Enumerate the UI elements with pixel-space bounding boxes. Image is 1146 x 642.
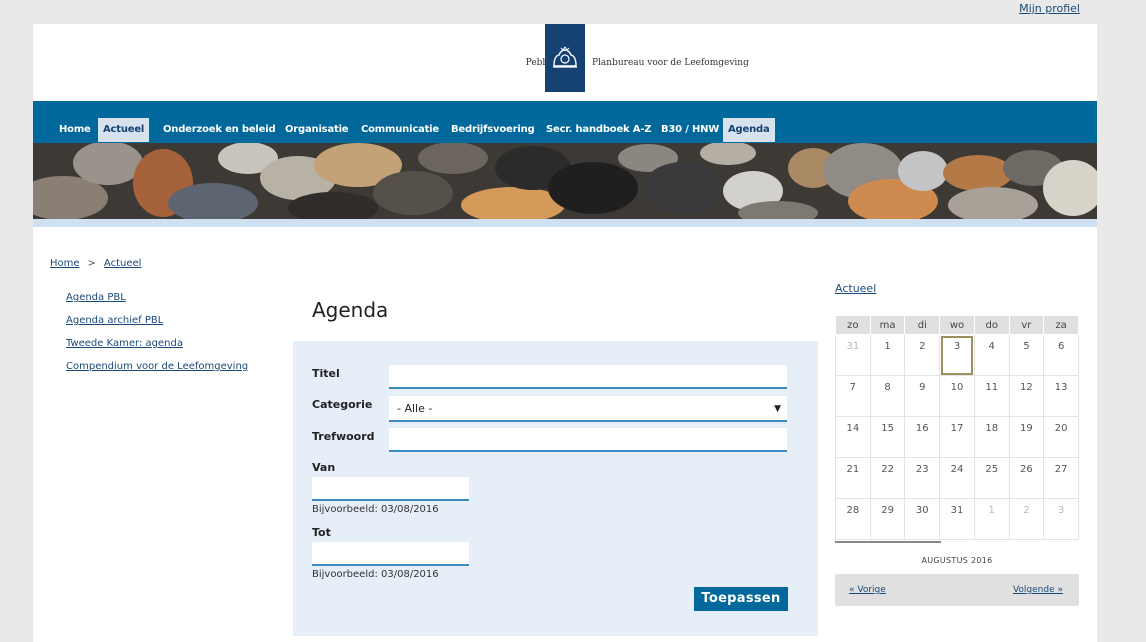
nav-item-agenda[interactable]: Agenda [723,118,775,142]
calendar-week-row: 14 15 16 17 18 19 20 [835,416,1079,458]
calendar-day[interactable]: 22 [869,457,906,499]
calendar-day[interactable]: 11 [973,375,1010,417]
calendar-day[interactable]: 9 [904,375,941,417]
apply-button[interactable]: Toepassen [694,587,788,611]
weekday-header: wo [939,315,975,335]
calendar-month-label: AUGUSTUS 2016 [921,556,993,565]
van-date-input[interactable] [312,477,469,501]
titel-label: Titel [312,367,340,380]
my-profile-link[interactable]: Mijn profiel [1019,2,1080,15]
calendar-day[interactable]: 1 [973,498,1010,540]
calendar-day[interactable]: 30 [904,498,941,540]
logo-bar: Pebbles Planbureau voor de Leefomgeving [33,24,1097,101]
calendar-day[interactable]: 31 [835,334,871,376]
calendar-day[interactable]: 28 [835,498,871,540]
sidebar-link-tweede-kamer[interactable]: Tweede Kamer: agenda [66,332,248,355]
sidebar-links: Agenda PBL Agenda archief PBL Tweede Kam… [66,286,248,378]
calendar-weekday-row: zo ma di wo do vr za [835,315,1079,335]
calendar-day[interactable]: 6 [1043,334,1079,376]
breadcrumb-separator: > [87,258,96,269]
weekday-header: vr [1008,315,1045,335]
main-nav: Home Actueel Onderzoek en beleid Organis… [33,101,1097,143]
calendar-day[interactable]: 2 [1008,498,1045,540]
banner-strip [33,219,1097,227]
calendar-day[interactable]: 23 [904,457,941,499]
calendar-day[interactable]: 15 [869,416,906,458]
nav-item-home[interactable]: Home [54,118,96,142]
calendar-day[interactable]: 5 [1008,334,1045,376]
calendar-day[interactable]: 4 [973,334,1010,376]
calendar-day[interactable]: 20 [1043,416,1079,458]
calendar-day[interactable]: 3 [1043,498,1079,540]
calendar-day[interactable]: 29 [869,498,906,540]
calendar-day[interactable]: 16 [904,416,941,458]
van-hint: Bijvoorbeeld: 03/08/2016 [312,504,439,515]
calendar-day[interactable]: 1 [869,334,906,376]
sidebar-link-agenda-pbl[interactable]: Agenda PBL [66,286,248,309]
breadcrumb: Home > Actueel [50,258,141,269]
calendar-prev-link[interactable]: « Vorige [849,585,886,595]
calendar-day[interactable]: 31 [939,498,975,540]
page-title: Agenda [312,298,389,322]
agenda-filter-form: Titel Categorie - Alle - ▼ Trefwoord Van… [293,341,818,636]
logo-emblem-icon[interactable] [545,24,585,92]
calendar-week-row: 31 1 2 3 4 5 6 [835,334,1079,376]
calendar-day[interactable]: 18 [973,416,1010,458]
calendar-day[interactable]: 26 [1008,457,1045,499]
page: Pebbles Planbureau voor de Leefomgeving … [33,24,1097,642]
calendar-day[interactable]: 8 [869,375,906,417]
calendar-nav: « Vorige Volgende » [835,574,1079,606]
calendar-day[interactable]: 2 [904,334,941,376]
weekday-header: zo [835,315,871,335]
dropdown-arrow-icon: ▼ [774,404,781,414]
logo-right-text: Planbureau voor de Leefomgeving [592,58,749,68]
tot-label: Tot [312,526,331,539]
calendar-week-row: 7 8 9 10 11 12 13 [835,375,1079,417]
sidebar-link-agenda-archief[interactable]: Agenda archief PBL [66,309,248,332]
nav-item-communicatie[interactable]: Communicatie [356,118,444,142]
weekday-header: di [904,315,941,335]
categorie-select-value: - Alle - [397,402,433,415]
calendar-week-row: 28 29 30 31 1 2 3 [835,498,1079,540]
calendar-day[interactable]: 19 [1008,416,1045,458]
calendar-day[interactable]: 12 [1008,375,1045,417]
tot-date-input[interactable] [312,542,469,566]
categorie-select[interactable]: - Alle - ▼ [389,396,787,422]
calendar-actueel-link[interactable]: Actueel [835,282,876,295]
nav-item-secr-handboek[interactable]: Secr. handboek A-Z [541,118,656,142]
calendar-grid: zo ma di wo do vr za 31 1 2 3 4 5 6 7 8 [835,315,1079,540]
categorie-label: Categorie [312,398,373,411]
nav-item-organisatie[interactable]: Organisatie [280,118,353,142]
trefwoord-label: Trefwoord [312,430,375,443]
van-label: Van [312,461,336,474]
calendar-day[interactable]: 7 [835,375,871,417]
calendar-week-row: 21 22 23 24 25 26 27 [835,457,1079,499]
nav-item-onderzoek-en-beleid[interactable]: Onderzoek en beleid [158,118,280,142]
nav-item-b30-hnw[interactable]: B30 / HNW [656,118,724,142]
breadcrumb-actueel-link[interactable]: Actueel [104,258,142,269]
calendar-day[interactable]: 13 [1043,375,1079,417]
sidebar-link-compendium[interactable]: Compendium voor de Leefomgeving [66,355,248,378]
nav-item-bedrijfsvoering[interactable]: Bedrijfsvoering [446,118,539,142]
pebbles-banner-image [33,143,1097,219]
calendar-day[interactable]: 14 [835,416,871,458]
calendar-day[interactable]: 17 [939,416,975,458]
trefwoord-input[interactable] [389,428,787,452]
breadcrumb-home-link[interactable]: Home [50,258,80,269]
weekday-header: za [1043,315,1079,335]
calendar-day[interactable]: 21 [835,457,871,499]
weekday-header: do [973,315,1010,335]
calendar-day[interactable]: 24 [939,457,975,499]
nav-item-actueel[interactable]: Actueel [98,118,150,142]
calendar-divider [835,541,941,543]
calendar-next-link[interactable]: Volgende » [1013,585,1063,595]
titel-input[interactable] [389,365,787,389]
tot-hint: Bijvoorbeeld: 03/08/2016 [312,569,439,580]
calendar-day[interactable]: 10 [939,375,975,417]
calendar-day[interactable]: 25 [973,457,1010,499]
calendar-day[interactable]: 27 [1043,457,1079,499]
calendar-day-today[interactable]: 3 [939,334,975,376]
weekday-header: ma [869,315,906,335]
